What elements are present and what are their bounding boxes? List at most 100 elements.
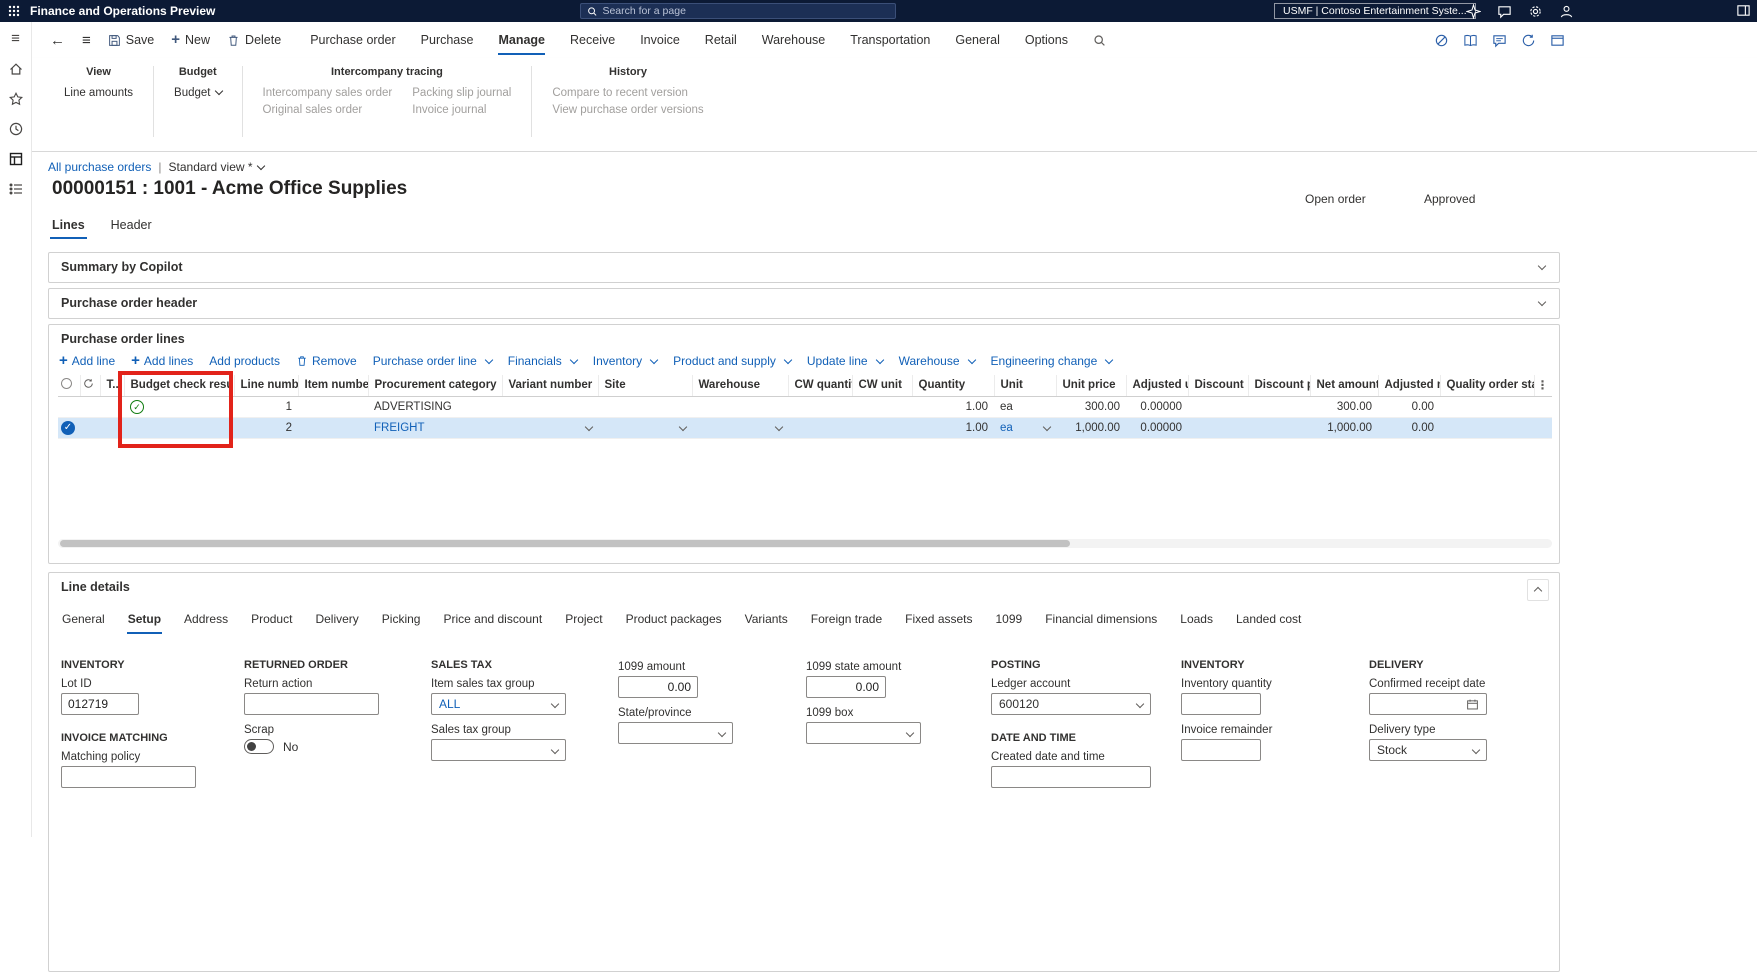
add-line-button[interactable]: + Add line: [59, 353, 115, 368]
tab-options[interactable]: Options: [1025, 25, 1068, 55]
delivery-type-combo[interactable]: Stock: [1369, 739, 1487, 761]
col-unit[interactable]: Unit: [994, 375, 1057, 397]
col-adjusted-net[interactable]: Adjusted n...: [1378, 375, 1441, 397]
col-item-number[interactable]: Item number: [298, 375, 369, 397]
prohibit-icon[interactable]: [1434, 33, 1449, 48]
view-selector[interactable]: Standard view *: [169, 160, 265, 174]
cell-procurement-category[interactable]: ADVERTISING: [368, 396, 502, 418]
cell-unit-price[interactable]: 300.00: [1056, 396, 1126, 418]
detail-tab-loads[interactable]: Loads: [1179, 607, 1214, 634]
cell-cw-quantity[interactable]: [788, 396, 852, 418]
settings-gear-icon[interactable]: [1528, 4, 1543, 19]
row-selected-check-icon[interactable]: ✓: [61, 420, 75, 435]
cell-site[interactable]: [598, 417, 692, 439]
col-cw-quantity[interactable]: CW quantity: [788, 375, 853, 397]
col-procurement-category[interactable]: Procurement category: [368, 375, 503, 397]
global-search[interactable]: [580, 3, 896, 19]
cell-select[interactable]: ✓: [58, 417, 80, 439]
col-variant-number[interactable]: Variant number: [502, 375, 599, 397]
detail-tab-delivery[interactable]: Delivery: [314, 607, 359, 634]
home-icon[interactable]: [7, 60, 24, 77]
detail-tab-landed-cost[interactable]: Landed cost: [1235, 607, 1302, 634]
cell-item-number[interactable]: [298, 396, 368, 418]
chevron-down-icon[interactable]: [550, 745, 560, 755]
collapse-line-details-button[interactable]: [1527, 579, 1549, 601]
delete-button[interactable]: Delete: [227, 33, 281, 47]
return-action-input[interactable]: [244, 693, 379, 715]
col-site[interactable]: Site: [598, 375, 693, 397]
col-cw-unit[interactable]: CW unit: [852, 375, 913, 397]
breadcrumb-all-purchase-orders[interactable]: All purchase orders: [48, 160, 151, 174]
state-province-combo[interactable]: [618, 722, 733, 744]
col-adjusted-unit-price[interactable]: Adjusted u...: [1126, 375, 1189, 397]
detail-tab-fixed-assets[interactable]: Fixed assets: [904, 607, 973, 634]
tab-header[interactable]: Header: [109, 214, 154, 239]
new-button[interactable]: + New: [171, 32, 210, 47]
lot-id-input[interactable]: [61, 693, 139, 715]
box-1099-combo[interactable]: [806, 722, 921, 744]
cell-adjusted-net[interactable]: 0.00: [1378, 396, 1440, 418]
cell-type[interactable]: [100, 396, 124, 418]
cell-adjusted-net[interactable]: 0.00: [1378, 417, 1440, 439]
cell-procurement-category[interactable]: FREIGHT: [368, 417, 502, 439]
cell-quality-order-status[interactable]: [1440, 396, 1534, 418]
po-lines-header[interactable]: Purchase order lines: [49, 325, 1559, 348]
scrollbar-thumb[interactable]: [60, 540, 1070, 547]
cell-select[interactable]: [58, 396, 80, 418]
detail-tab-picking[interactable]: Picking: [381, 607, 422, 634]
line-details-header[interactable]: Line details: [49, 573, 1559, 601]
col-refresh[interactable]: [80, 375, 101, 397]
favorites-star-icon[interactable]: [7, 90, 24, 107]
matching-policy-input[interactable]: [61, 766, 196, 788]
col-unit-price[interactable]: Unit price: [1056, 375, 1127, 397]
tab-retail[interactable]: Retail: [705, 25, 737, 55]
po-header-header[interactable]: Purchase order header: [49, 289, 1559, 317]
menu-update-line[interactable]: Update line: [807, 354, 884, 368]
tab-purchase-order[interactable]: Purchase order: [310, 25, 395, 55]
cell-quantity[interactable]: 1.00: [912, 417, 994, 439]
col-line-number[interactable]: Line number: [234, 375, 299, 397]
copilot-summary-header[interactable]: Summary by Copilot: [49, 253, 1559, 281]
cell-attach[interactable]: [80, 396, 100, 418]
grid-row-line-2-selected[interactable]: ✓ 2 FREIGHT 1.00 ea 1,000.00 0.00000 1,0…: [58, 417, 1552, 439]
grid-row-line-1[interactable]: ✓ 1 ADVERTISING 1.00 ea 300.00 0.00000 3…: [58, 396, 1552, 418]
cell-discount[interactable]: [1188, 417, 1248, 439]
cell-site[interactable]: [598, 396, 692, 418]
detail-tab-1099[interactable]: 1099: [995, 607, 1024, 634]
cell-discount-percent[interactable]: [1248, 396, 1310, 418]
waffle-menu-icon[interactable]: [8, 5, 20, 17]
chevron-down-icon[interactable]: [717, 728, 727, 738]
popout-window-icon[interactable]: [1550, 33, 1565, 48]
search-input[interactable]: [602, 5, 889, 17]
cell-net-amount[interactable]: 1,000.00: [1310, 417, 1378, 439]
detail-tab-variants[interactable]: Variants: [744, 607, 789, 634]
cell-quantity[interactable]: 1.00: [912, 396, 994, 418]
cell-unit-price[interactable]: 1,000.00: [1056, 417, 1126, 439]
chevron-down-icon[interactable]: [1471, 745, 1481, 755]
menu-financials[interactable]: Financials: [508, 354, 579, 368]
created-date-time-input[interactable]: [991, 766, 1151, 788]
cell-unit[interactable]: ea: [994, 396, 1056, 418]
menu-engineering-change[interactable]: Engineering change: [991, 354, 1114, 368]
tab-receive[interactable]: Receive: [570, 25, 615, 55]
hamburger-menu-icon[interactable]: ≡: [7, 30, 24, 47]
col-more-options[interactable]: ⋮: [1534, 375, 1552, 397]
cell-net-amount[interactable]: 300.00: [1310, 396, 1378, 418]
current-form-icon[interactable]: [7, 150, 24, 167]
item-sales-tax-group-combo[interactable]: ALL: [431, 693, 566, 715]
open-book-icon[interactable]: [1463, 33, 1478, 48]
back-button[interactable]: ←: [50, 32, 65, 49]
invoice-remainder-input[interactable]: [1181, 739, 1261, 761]
chevron-down-icon[interactable]: [1135, 699, 1145, 709]
detail-tab-address[interactable]: Address: [183, 607, 229, 634]
cell-type[interactable]: [100, 417, 124, 439]
detail-tab-foreign-trade[interactable]: Foreign trade: [810, 607, 883, 634]
cell-cw-unit[interactable]: [852, 417, 912, 439]
col-discount-percent[interactable]: Discount p...: [1248, 375, 1311, 397]
select-all-circle-icon[interactable]: [61, 378, 72, 390]
cell-attach[interactable]: [80, 417, 100, 439]
cell-item-number[interactable]: [298, 417, 368, 439]
modules-list-icon[interactable]: [7, 180, 24, 197]
chevron-down-icon[interactable]: [1537, 297, 1547, 307]
col-quality-order-status[interactable]: Quality order sta...: [1440, 375, 1535, 397]
